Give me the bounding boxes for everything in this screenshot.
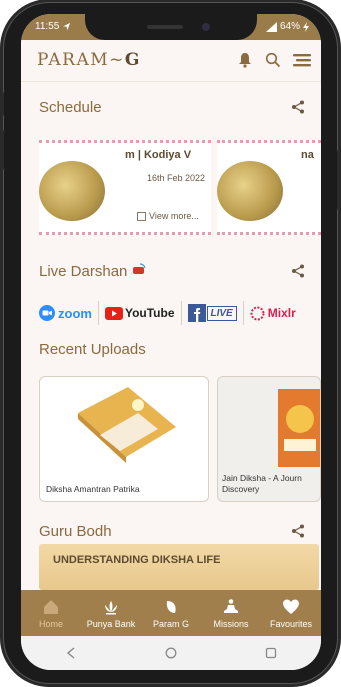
live-platform-list: zoom YouTube LIVE Mixlr bbox=[21, 298, 321, 328]
phone-side-button bbox=[0, 92, 4, 116]
youtube-icon bbox=[104, 306, 123, 320]
heart-icon bbox=[283, 599, 299, 614]
main-content[interactable]: Schedule m | Kodiya V 16th Feb 2022 View… bbox=[21, 82, 321, 590]
schedule-header: Schedule bbox=[39, 96, 305, 118]
guru-bodh-title: Guru Bodh bbox=[39, 522, 112, 540]
edit-icon bbox=[137, 211, 146, 221]
guru-bodh-banner[interactable]: UNDERSTANDING DIKSHA LIFE bbox=[39, 544, 319, 590]
recent-uploads-header: Recent Uploads bbox=[39, 338, 305, 360]
view-more-link[interactable]: View more... bbox=[137, 211, 199, 221]
live-darshan-title: Live Darshan bbox=[39, 263, 146, 280]
bell-icon[interactable] bbox=[237, 52, 253, 68]
battery-level: 64% bbox=[279, 21, 300, 32]
recents-icon[interactable] bbox=[265, 647, 277, 659]
schedule-card[interactable]: m | Kodiya V 16th Feb 2022 View more... bbox=[39, 140, 211, 235]
share-icon[interactable] bbox=[291, 524, 305, 538]
upload-thumbnail bbox=[78, 387, 176, 463]
signal-icon bbox=[265, 21, 277, 32]
mixlr-icon bbox=[250, 306, 265, 320]
mixlr-link[interactable]: Mixlr bbox=[244, 301, 302, 325]
charging-icon bbox=[303, 21, 309, 32]
lotus-icon bbox=[105, 600, 117, 614]
nav-home[interactable]: Home bbox=[21, 590, 81, 636]
nav-favourites[interactable]: Favourites bbox=[261, 590, 321, 636]
schedule-thumbnail bbox=[39, 161, 105, 221]
upload-caption: Diksha Amantran Patrika bbox=[46, 484, 140, 494]
guru-bodh-header: Guru Bodh bbox=[39, 520, 305, 542]
search-icon[interactable] bbox=[265, 52, 281, 68]
share-icon[interactable] bbox=[291, 100, 305, 114]
bottom-navigation: Home Punya Bank Param G Missions Favouri… bbox=[21, 590, 321, 636]
home-circle-icon[interactable] bbox=[165, 647, 177, 659]
meditation-icon bbox=[224, 598, 238, 613]
live-badge-icon bbox=[132, 262, 146, 274]
zoom-icon bbox=[39, 305, 55, 321]
system-navigation-bar bbox=[21, 636, 321, 670]
upload-card[interactable]: Jain Diksha - A Journ Discovery bbox=[217, 376, 321, 502]
zoom-link[interactable]: zoom bbox=[21, 301, 99, 325]
share-icon[interactable] bbox=[291, 264, 305, 278]
recent-uploads-title: Recent Uploads bbox=[39, 340, 146, 358]
nav-punya-bank[interactable]: Punya Bank bbox=[81, 590, 141, 636]
home-icon bbox=[44, 599, 58, 614]
phone-side-button bbox=[337, 150, 341, 210]
schedule-thumbnail bbox=[217, 161, 283, 221]
schedule-title: Schedule bbox=[39, 98, 102, 116]
menu-icon[interactable] bbox=[293, 52, 311, 68]
app-header: PARAM~G bbox=[21, 40, 321, 82]
facebook-icon bbox=[187, 304, 206, 322]
leaf-icon bbox=[166, 600, 176, 613]
upload-thumbnail bbox=[278, 389, 320, 467]
live-darshan-header: Live Darshan bbox=[39, 260, 305, 282]
app-logo[interactable]: PARAM~G bbox=[37, 50, 141, 70]
status-time: 11:55 bbox=[35, 21, 60, 32]
schedule-card-title: m | Kodiya V bbox=[125, 149, 192, 161]
nav-param-g[interactable]: Param G bbox=[141, 590, 201, 636]
nav-missions[interactable]: Missions bbox=[201, 590, 261, 636]
youtube-link[interactable]: YouTube bbox=[99, 301, 182, 325]
schedule-card-title: na bbox=[301, 149, 314, 161]
schedule-card[interactable]: na bbox=[217, 140, 321, 235]
upload-card[interactable]: Diksha Amantran Patrika bbox=[39, 376, 209, 502]
status-bar: 11:55 64% bbox=[21, 14, 321, 40]
navigation-arrow-icon bbox=[63, 22, 71, 31]
back-icon[interactable] bbox=[65, 647, 77, 659]
facebook-live-link[interactable]: LIVE bbox=[182, 301, 244, 325]
phone-side-button bbox=[0, 130, 4, 170]
screen: 11:55 64% PARAM~G Schedule m | Kodiya V … bbox=[21, 14, 321, 670]
schedule-card-date: 16th Feb 2022 bbox=[147, 173, 206, 183]
camera-notch bbox=[85, 14, 257, 40]
upload-caption: Jain Diksha - A Journ Discovery bbox=[222, 473, 302, 494]
